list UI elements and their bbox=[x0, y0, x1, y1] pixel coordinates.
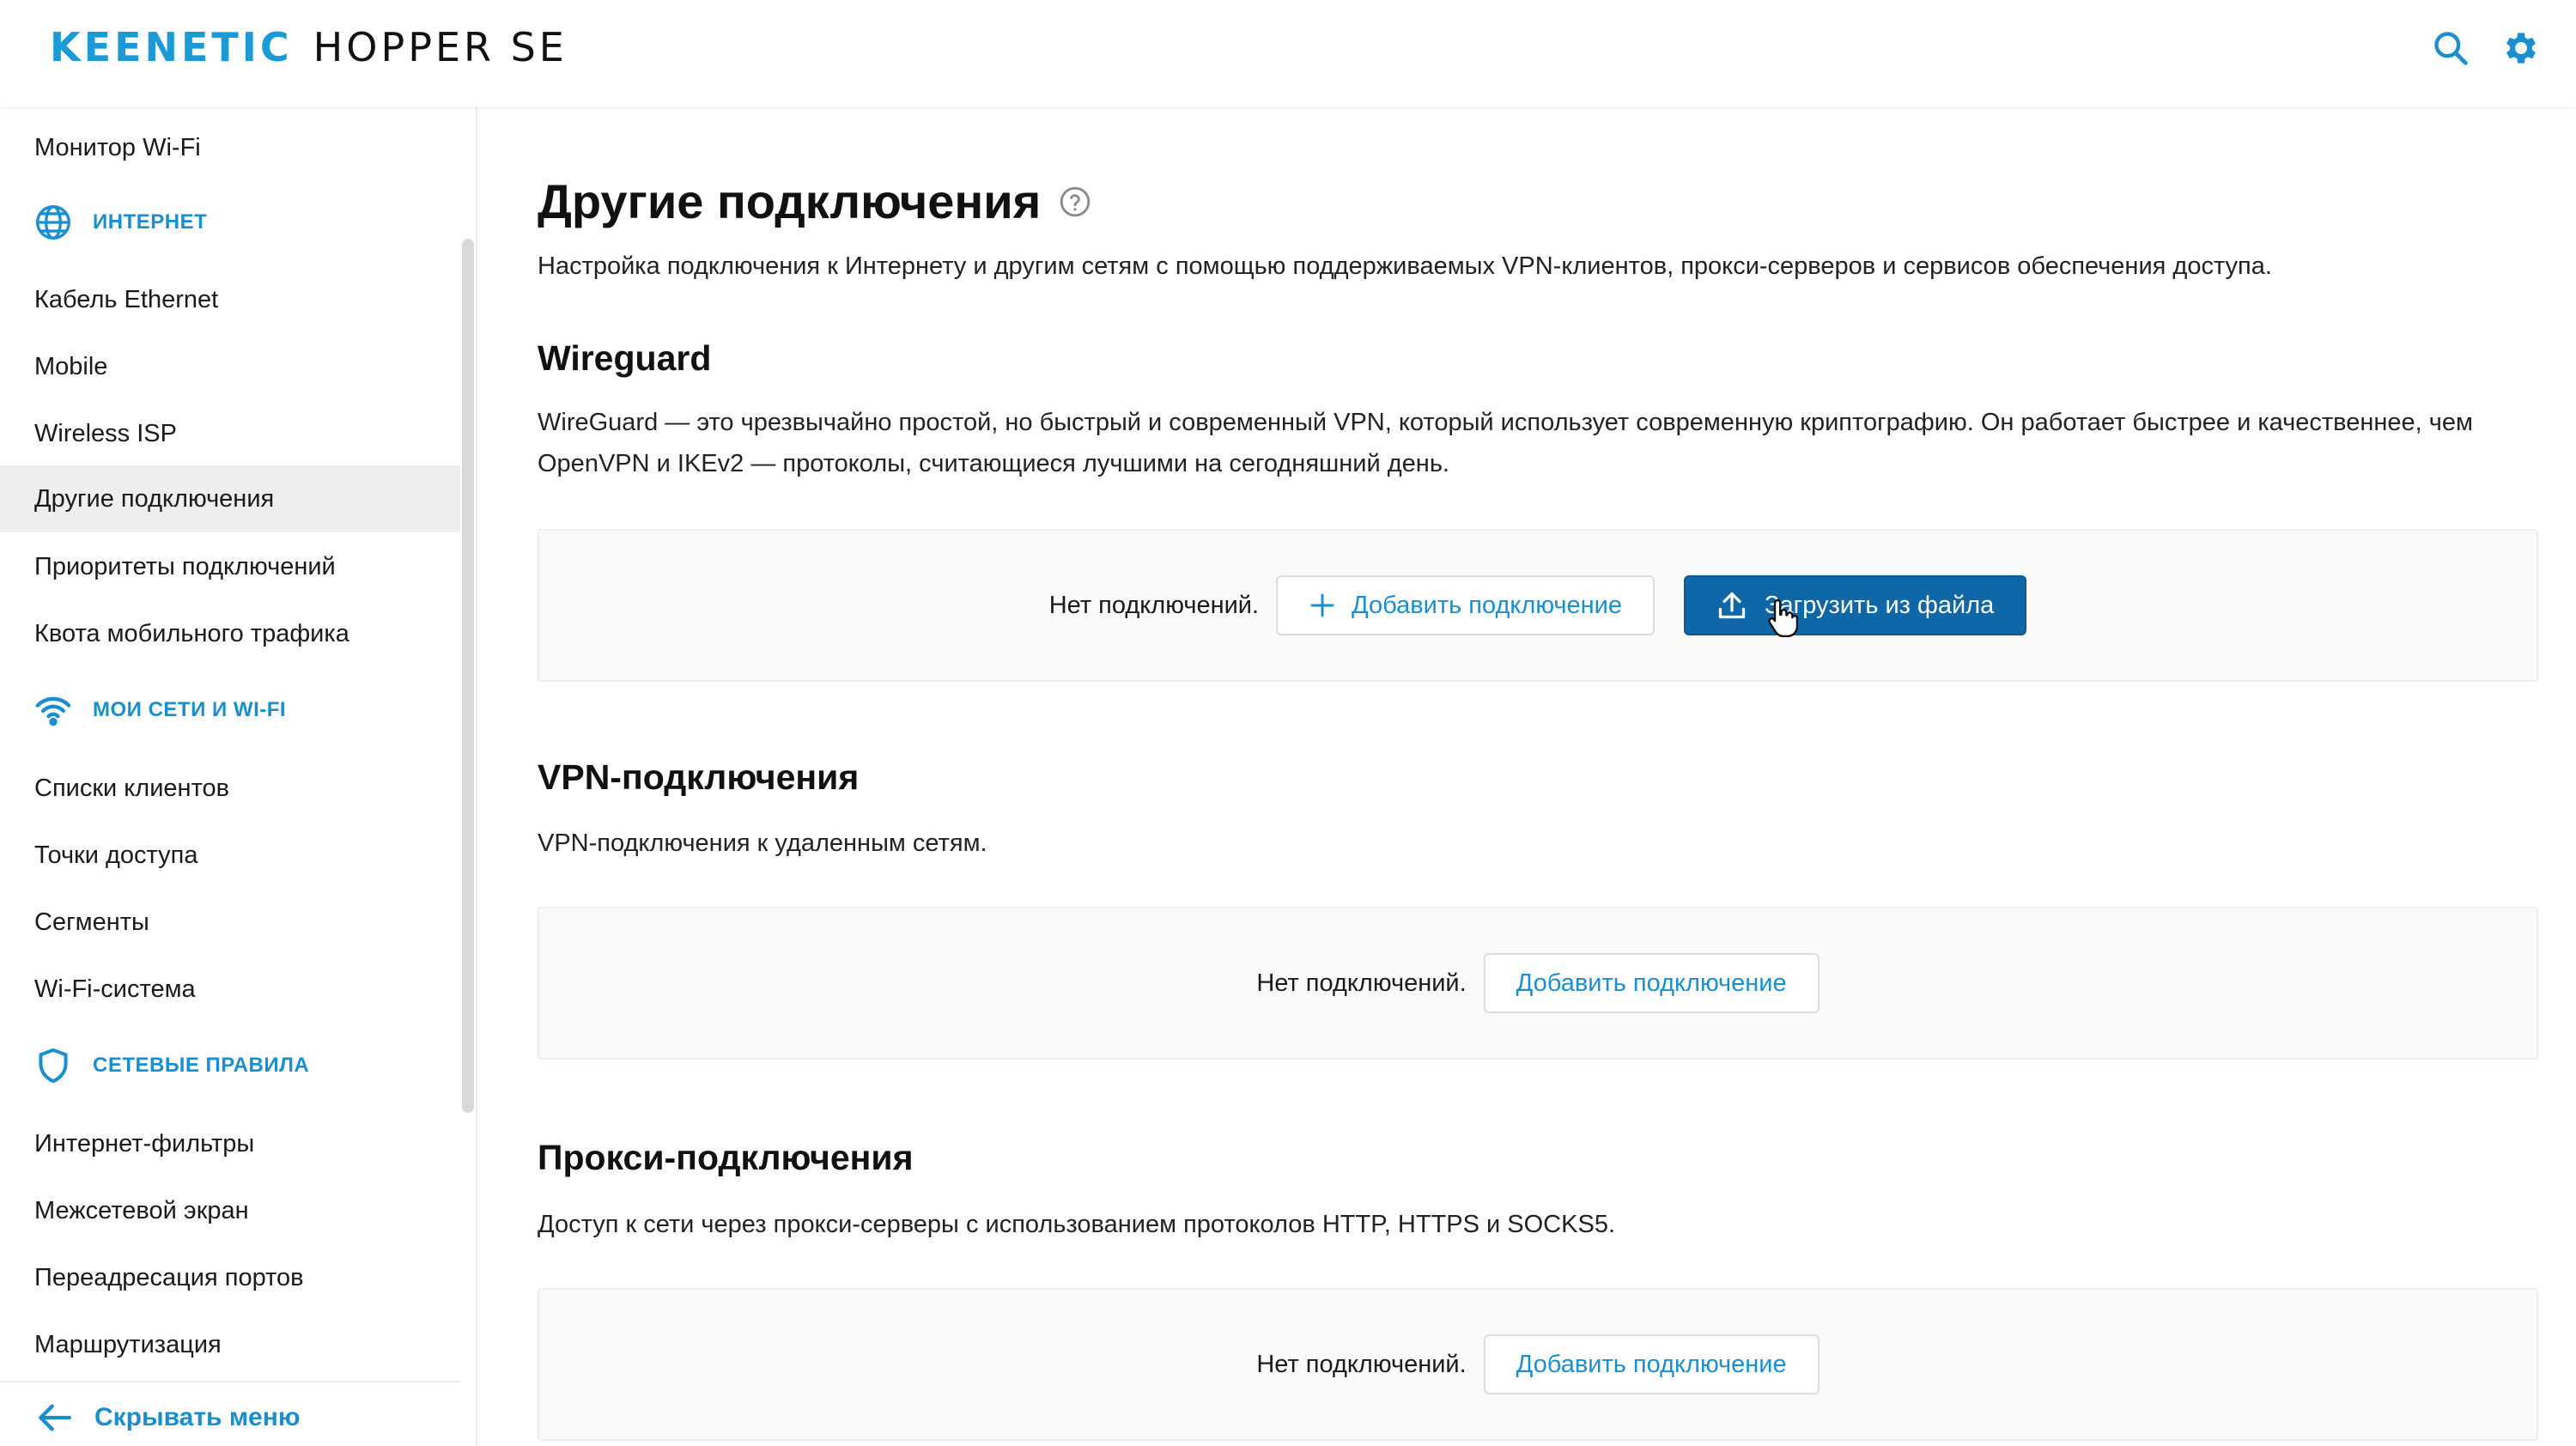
empty-state-text: Нет подключений. bbox=[1048, 591, 1260, 619]
sidebar-item-label: Списки клиентов bbox=[34, 774, 230, 802]
brand-logo[interactable]: KEENETIC HOPPER SE bbox=[50, 24, 568, 70]
sidebar-item-label: Интернет-фильтры bbox=[34, 1129, 255, 1157]
sidebar-item-label: Монитор Wi-Fi bbox=[34, 133, 201, 161]
sidebar-section-network-rules[interactable]: СЕТЕВЫЕ ПРАВИЛА bbox=[0, 1036, 460, 1096]
sidebar-item-wifi-monitor[interactable]: Монитор Wi-Fi bbox=[0, 114, 460, 181]
upload-from-file-button[interactable]: Загрузить из файла bbox=[1684, 575, 2027, 635]
button-label: Загрузить из файла bbox=[1765, 591, 1995, 619]
sidebar-item-routing[interactable]: Маршрутизация bbox=[0, 1311, 460, 1378]
empty-state-text: Нет подключений. bbox=[1256, 969, 1467, 997]
brand-model: HOPPER SE bbox=[313, 24, 568, 70]
section-description-wireguard: WireGuard — это чрезвычайно простой, но … bbox=[538, 409, 2473, 477]
sidebar-item-mobile-quota[interactable]: Квота мобильного трафика bbox=[0, 600, 460, 667]
sidebar-item-label: Кабель Ethernet bbox=[34, 285, 219, 313]
sidebar-item-segments[interactable]: Сегменты bbox=[0, 889, 460, 956]
sidebar-item-label: Другие подключения bbox=[34, 484, 275, 513]
sidebar-item-label: Wireless ISP bbox=[34, 419, 177, 447]
globe-icon bbox=[34, 204, 72, 241]
add-wireguard-connection-button[interactable]: Добавить подключение bbox=[1276, 575, 1656, 635]
sidebar-item-connection-priorities[interactable]: Приоритеты подключений bbox=[0, 533, 460, 600]
button-label: Добавить подключение bbox=[1352, 591, 1623, 619]
sidebar-section-networks[interactable]: МОИ СЕТИ И WI-FI bbox=[0, 680, 460, 740]
proxy-panel: Нет подключений. Добавить подключение bbox=[538, 1288, 2538, 1441]
page-description: Настройка подключения к Интернету и друг… bbox=[538, 252, 2272, 280]
app-window: KEENETIC HOPPER SE Монитор Wi-Fi ИНТЕРНЕ… bbox=[0, 0, 2576, 1446]
sidebar-item-ethernet[interactable]: Кабель Ethernet bbox=[0, 266, 460, 333]
section-title-vpn: VPN-подключения bbox=[538, 757, 860, 797]
sidebar-item-client-lists[interactable]: Списки клиентов bbox=[0, 755, 460, 822]
sidebar-scrollbar[interactable] bbox=[462, 239, 474, 1113]
page-title-text: Другие подключения bbox=[538, 174, 1042, 228]
sidebar-item-label: Wi-Fi-система bbox=[34, 975, 196, 1003]
wireguard-panel: Нет подключений. Добавить подключение За… bbox=[538, 529, 2538, 682]
vpn-panel: Нет подключений. Добавить подключение bbox=[538, 907, 2538, 1060]
brand-name: KEENETIC bbox=[50, 24, 293, 70]
section-description-proxy: Доступ к сети через прокси-серверы с исп… bbox=[538, 1211, 1616, 1238]
add-vpn-connection-button[interactable]: Добавить подключение bbox=[1483, 953, 1820, 1013]
sidebar-item-wifi-system[interactable]: Wi-Fi-система bbox=[0, 956, 460, 1023]
search-icon[interactable] bbox=[2428, 26, 2473, 70]
gear-icon[interactable] bbox=[2499, 26, 2543, 70]
plus-icon bbox=[1309, 592, 1336, 619]
sidebar-section-label: СЕТЕВЫЕ ПРАВИЛА bbox=[93, 1054, 310, 1077]
sidebar-section-label: ИНТЕРНЕТ bbox=[93, 210, 208, 234]
page-title: Другие подключения bbox=[538, 173, 1092, 229]
sidebar-item-label: Квота мобильного трафика bbox=[34, 619, 349, 647]
sidebar-item-wireless-isp[interactable]: Wireless ISP bbox=[0, 400, 460, 467]
sidebar-item-mobile[interactable]: Mobile bbox=[0, 333, 460, 400]
section-description-vpn: VPN-подключения к удаленным сетям. bbox=[538, 829, 987, 857]
hide-menu-label: Скрывать меню bbox=[94, 1403, 301, 1431]
hand-cursor-icon bbox=[1767, 598, 1799, 641]
shield-icon bbox=[34, 1047, 72, 1084]
sidebar-item-label: Межсетевой экран bbox=[34, 1196, 249, 1224]
sidebar-section-label: МОИ СЕТИ И WI-FI bbox=[93, 698, 287, 721]
sidebar-item-label: Mobile bbox=[34, 352, 108, 380]
sidebar-item-other-connections[interactable]: Другие подключения bbox=[0, 465, 460, 532]
sidebar-item-port-forwarding[interactable]: Переадресация портов bbox=[0, 1244, 460, 1311]
sidebar-item-access-points[interactable]: Точки доступа bbox=[0, 822, 460, 889]
section-title-proxy: Прокси-подключения bbox=[538, 1138, 914, 1177]
help-icon[interactable] bbox=[1058, 185, 1092, 219]
sidebar-item-label: Сегменты bbox=[34, 908, 149, 936]
sidebar: Монитор Wi-Fi ИНТЕРНЕТ Кабель Ethernet M… bbox=[0, 106, 477, 1446]
button-label: Добавить подключение bbox=[1516, 1350, 1787, 1378]
sidebar-item-label: Точки доступа bbox=[34, 841, 198, 869]
arrow-left-icon bbox=[38, 1403, 72, 1439]
sidebar-item-label: Маршрутизация bbox=[34, 1330, 222, 1358]
sidebar-item-label: Переадресация портов bbox=[34, 1263, 304, 1291]
sidebar-item-label: Приоритеты подключений bbox=[34, 552, 336, 580]
add-proxy-connection-button[interactable]: Добавить подключение bbox=[1483, 1334, 1820, 1394]
sidebar-section-internet[interactable]: ИНТЕРНЕТ bbox=[0, 192, 460, 252]
hide-menu-button[interactable]: Скрывать меню bbox=[0, 1381, 460, 1446]
wifi-icon bbox=[34, 691, 72, 729]
top-header: KEENETIC HOPPER SE bbox=[0, 0, 2576, 106]
section-title-wireguard: Wireguard bbox=[538, 338, 712, 378]
button-label: Добавить подключение bbox=[1516, 969, 1787, 997]
sidebar-item-firewall[interactable]: Межсетевой экран bbox=[0, 1177, 460, 1244]
upload-icon bbox=[1716, 590, 1747, 621]
empty-state-text: Нет подключений. bbox=[1256, 1350, 1467, 1378]
sidebar-item-internet-filters[interactable]: Интернет-фильтры bbox=[0, 1110, 460, 1177]
main-content: Другие подключения Настройка подключения… bbox=[477, 106, 2576, 1446]
